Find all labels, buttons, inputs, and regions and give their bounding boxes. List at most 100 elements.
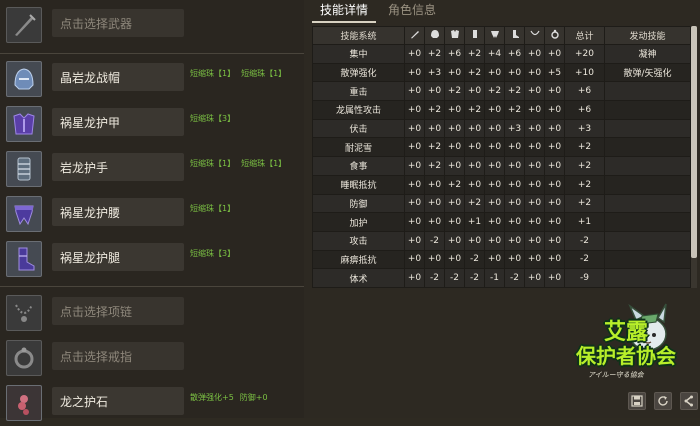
skill-points-cell: +0 [404,100,425,120]
ring-select-button[interactable]: 点击选择戒指 [52,342,184,370]
active-skill-cell [604,137,691,158]
table-row: 耐泥雪 +0 +2 +0 +0 +0 +0 +0 +0 +2 [312,137,691,158]
decoration-list: 短缩珠【1】 短缩珠【1】 [190,68,286,79]
table-row: 重击 +0 +0 +2 +0 +2 +2 +0 +0 +6 [312,81,691,102]
refresh-button[interactable] [654,392,672,410]
skill-points-cell: +4 [484,44,505,64]
skill-points-cell: +0 [504,230,525,251]
skill-points-cell: +2 [464,44,485,64]
armor-name[interactable]: 岩龙护手 [52,153,184,181]
decoration-list: 短缩珠【1】 [190,203,235,214]
skill-points-cell: +3 [504,118,525,139]
skill-total-cell: +6 [564,100,605,120]
skill-points-cell: +0 [484,118,505,139]
weapon-slot-icon-box[interactable] [6,7,42,43]
skill-points-cell: +0 [544,81,565,102]
equipment-panel: 点击选择武器 晶岩龙战帽 短缩珠【1】短缩珠【1】 祸星龙护甲 短缩珠【3】 [0,0,304,421]
necklace-icon [15,304,33,322]
skill-points-cell: +0 [504,156,525,176]
ring-slot[interactable]: 点击选择戒指 [0,337,304,381]
skill-points-cell: +6 [444,44,465,64]
weapon-select-button[interactable]: 点击选择武器 [52,9,184,37]
armor-slot-legs[interactable]: 祸星龙护腿 短缩珠【3】 [0,238,304,282]
ring-slot-icon-box[interactable] [6,340,42,376]
active-skill-cell [604,230,691,251]
skill-points-cell: +0 [444,137,465,158]
skill-points-cell: +0 [444,230,465,251]
skills-table: 技能系统 总计 发动技能 集中 +0 +2 +6 +2 +4 +6 +0 +0 +20 凝神 散弹强化… [312,26,691,288]
skill-points-cell: +0 [404,193,425,214]
table-scrollbar[interactable] [691,26,697,288]
armor-icon-box[interactable] [6,196,42,232]
weapon-icon [15,14,36,36]
charm-name[interactable]: 龙之护石 [52,387,184,415]
skill-points-cell: +0 [524,156,545,176]
skill-points-cell: +0 [544,193,565,214]
skill-total-cell: +2 [564,174,605,195]
skill-name-cell: 耐泥雪 [312,137,405,158]
logo-subtitle: アイルー守る協会 [588,371,644,379]
decoration-label: 短缩珠【3】 [190,249,236,258]
active-skill-cell: 凝神 [604,44,691,64]
skill-total-cell: +10 [564,62,605,83]
armor-slot-waist[interactable]: 祸星龙护腰 短缩珠【1】 [0,193,304,237]
necklace-slot-icon-box[interactable] [6,295,42,331]
armor-name[interactable]: 祸星龙护腿 [52,243,184,271]
skill-points-cell: +2 [464,100,485,120]
chest-armor-icon [450,30,459,38]
armor-name[interactable]: 晶岩龙战帽 [52,63,184,91]
tab-skill-details[interactable]: 技能详情 [312,0,377,23]
tab-character-info[interactable]: 角色信息 [380,0,444,21]
skill-name-cell: 攻击 [312,230,405,251]
armor-icon-box[interactable] [6,106,42,142]
column-header-necklace [524,26,545,45]
skill-total-cell: +20 [564,44,605,64]
weapon-icon [410,31,419,39]
skill-name-cell: 加护 [312,212,405,232]
share-button[interactable] [680,392,698,410]
skill-points-cell: +0 [404,81,425,102]
skill-points-cell: +2 [444,174,465,195]
skill-points-cell: +0 [404,230,425,251]
skill-points-cell: +0 [484,137,505,158]
skill-points-cell: -2 [424,230,445,251]
armor-slot-helmet[interactable]: 晶岩龙战帽 短缩珠【1】 短缩珠【1】 [0,58,304,102]
armor-icon-box[interactable] [6,61,42,97]
armor-name[interactable]: 祸星龙护甲 [52,108,184,136]
necklace-select-button[interactable]: 点击选择项链 [52,297,184,325]
armor-slot-chest[interactable]: 祸星龙护甲 短缩珠【3】 [0,103,304,147]
necklace-slot[interactable]: 点击选择项链 [0,292,304,336]
skill-points-cell: +0 [524,268,545,288]
skill-points-cell: +0 [544,249,565,270]
charm-icon-box[interactable] [6,385,42,421]
skill-points-cell: +0 [484,212,505,232]
skill-points-cell: +0 [404,118,425,139]
armor-icon-box[interactable] [6,151,42,187]
skill-points-cell: +0 [544,268,565,288]
association-logo: 艾露 保护者协会 アイルー守る協会 [558,302,686,388]
skill-total-cell: -9 [564,268,605,288]
refresh-icon [658,396,668,406]
armor-slot-arms[interactable]: 岩龙护手 短缩珠【1】 短缩珠【1】 [0,148,304,192]
table-row: 龙属性攻击 +0 +2 +0 +2 +0 +2 +0 +0 +6 [312,100,691,120]
skill-points-cell: +0 [524,100,545,120]
charm-icon [18,395,29,415]
scrollbar-thumb[interactable] [691,26,697,258]
charm-slot[interactable]: 龙之护石 散弹强化+5 防御+0 [0,382,304,426]
skill-points-cell: -2 [464,249,485,270]
weapon-slot[interactable]: 点击选择武器 [0,4,304,48]
active-skill-cell [604,212,691,232]
skill-points-cell: +0 [444,249,465,270]
armor-icon-box[interactable] [6,241,42,277]
skill-points-cell: +0 [404,268,425,288]
skills-table-body: 集中 +0 +2 +6 +2 +4 +6 +0 +0 +20 凝神 散弹强化 +0 +3 +0 +2 +0 +0 +… [312,44,691,288]
decoration-label: 短缩珠【1】 [241,159,287,168]
skill-points-cell: +0 [464,156,485,176]
skill-points-cell: +2 [464,62,485,83]
save-icon [631,395,643,407]
skill-points-cell: +0 [484,100,505,120]
decoration-label: 短缩珠【3】 [190,114,236,123]
save-button[interactable] [628,392,646,410]
armor-name[interactable]: 祸星龙护腰 [52,198,184,226]
table-row: 攻击 +0 -2 +0 +0 +0 +0 +0 +0 -2 [312,230,691,251]
